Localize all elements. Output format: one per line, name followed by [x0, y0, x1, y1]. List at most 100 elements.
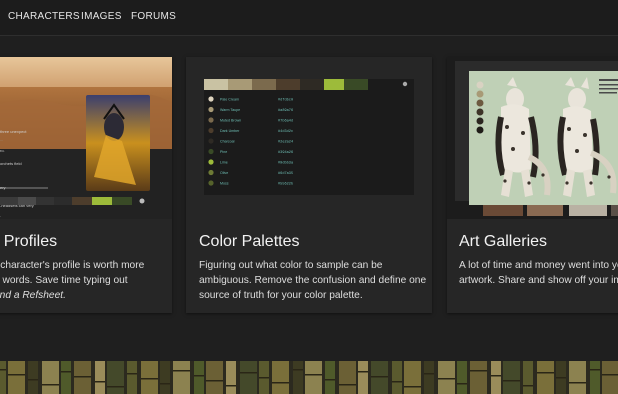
bamboo-stalk	[141, 361, 158, 394]
bamboo-node	[61, 371, 71, 373]
feature-card-galleries[interactable]: Art Galleries A lot of time and money we…	[447, 57, 618, 313]
bamboo-node	[42, 384, 59, 386]
bamboo-node	[194, 375, 204, 377]
bamboo-stalk	[194, 361, 204, 394]
bamboo-node	[523, 385, 533, 387]
bamboo-node	[569, 382, 586, 384]
palette-color-dot	[208, 127, 214, 134]
bamboo-stalk	[491, 361, 501, 394]
palette-color-dot	[208, 159, 214, 165]
bamboo-node	[438, 378, 455, 380]
bamboo-stalk	[272, 361, 289, 394]
svg-text:ro.: ro.	[0, 148, 5, 153]
bamboo-node	[8, 374, 25, 376]
nav-images[interactable]: IMAGES	[81, 11, 122, 22]
card-description-line: source of truth for your color palette.	[199, 290, 363, 301]
bamboo-stalk	[127, 361, 137, 394]
bamboo-stalk	[339, 361, 356, 394]
card-description-italic: end a Refsheet.	[0, 290, 66, 301]
bamboo-node	[404, 386, 421, 388]
bamboo-node	[173, 370, 190, 372]
bamboo-node	[160, 383, 170, 385]
bamboo-stalk	[404, 361, 421, 394]
card-title: Art Galleries	[459, 233, 548, 250]
svg-text:three unexpect: three unexpect	[0, 129, 27, 134]
gallery-preview-image	[447, 57, 618, 219]
bamboo-stalk	[523, 361, 533, 394]
palette-color-dot	[208, 148, 214, 155]
card-description-line: Figuring out what color to sample can be	[199, 260, 383, 271]
bamboo-node	[28, 379, 38, 381]
bamboo-node	[470, 370, 487, 372]
bamboo-node	[358, 371, 368, 373]
palette-color-dot	[208, 138, 214, 144]
bamboo-node	[293, 369, 303, 371]
palette-color-name: Lime	[220, 160, 228, 164]
bamboo-node	[259, 377, 269, 379]
bamboo-node	[0, 369, 6, 371]
palette-color-hex: #55622b	[278, 181, 293, 186]
palette-swatch	[276, 79, 300, 90]
bamboo-node	[424, 373, 434, 375]
palette-color-dot	[208, 169, 214, 176]
palette-color-hex: #dfd5c0	[278, 97, 293, 102]
palette-settings-icon	[402, 81, 408, 87]
bamboo-node	[556, 377, 566, 379]
palette-color-name: Dark Umber	[220, 129, 240, 133]
feature-card-palettes[interactable]: Pale Cream #dfd5c0 Warm Taupe #a89a76 Muted …	[186, 57, 432, 313]
palette-color-hex: #7b6a4d	[278, 118, 293, 123]
bamboo-node	[491, 375, 501, 377]
bamboo-stalk	[206, 361, 223, 394]
bamboo-stalk	[293, 361, 303, 394]
card-description-line: A lot of time and money went into your	[459, 260, 618, 271]
bamboo-stalk	[61, 361, 71, 394]
bamboo-node	[339, 384, 356, 386]
bamboo-node	[305, 374, 322, 376]
bamboo-stalk	[305, 361, 322, 394]
svg-text:orchets field: orchets field	[0, 161, 22, 166]
bamboo-node	[503, 380, 520, 382]
bamboo-stalk	[107, 361, 124, 394]
nav-forums[interactable]: FORUMS	[131, 11, 176, 22]
palette-swatch	[252, 79, 276, 90]
palette-color-dot	[208, 106, 214, 113]
svg-text:.: .	[0, 213, 1, 218]
svg-text:ery: ery	[0, 185, 6, 190]
palette-color-hex: #394a26	[278, 151, 293, 155]
bamboo-node	[127, 373, 137, 375]
palette-color-name: Olive	[220, 171, 228, 175]
palette-color-name: Pine	[220, 150, 227, 154]
palette-color-dot	[208, 117, 214, 123]
bamboo-node	[325, 379, 335, 381]
palette-swatch	[204, 79, 228, 90]
bamboo-stalk	[537, 361, 554, 394]
palette-color-hex: #2e2a24	[278, 140, 293, 144]
bamboo-stalk	[173, 361, 190, 394]
bamboo-node	[590, 369, 600, 371]
card-description: r character's profile is worth more d wo…	[0, 258, 144, 303]
palette-color-dot	[208, 180, 214, 186]
card-description-line: d words. Save time typing out	[0, 275, 128, 286]
palette-color-name: Pale Cream	[220, 97, 239, 101]
bamboo-node	[141, 378, 158, 380]
nav-characters[interactable]: CHARACTERS	[8, 11, 80, 22]
profile-preview-image: three unexpect ... ro. orchets field ery…	[0, 57, 172, 219]
bamboo-node	[537, 372, 554, 374]
card-description-line: r character's profile is worth more	[0, 260, 145, 271]
palette-color-hex: #a89a76	[278, 109, 293, 113]
bamboo-node	[602, 374, 618, 376]
bamboo-stalk	[470, 361, 487, 394]
feature-card-profiles[interactable]: three unexpect ... ro. orchets field ery…	[0, 57, 172, 313]
card-description: Figuring out what color to sample can be…	[199, 258, 426, 303]
bamboo-node	[226, 385, 236, 387]
bamboo-stalk	[424, 361, 434, 394]
bamboo-stalk	[590, 361, 600, 394]
bamboo-stalk	[42, 361, 59, 394]
bamboo-stalk	[602, 361, 618, 394]
bamboo-stalk	[160, 361, 170, 394]
bamboo-node	[206, 380, 223, 382]
top-navigation: CHARACTERS IMAGES FORUMS	[0, 0, 618, 36]
palette-color-hex: #9dbb3a	[278, 160, 294, 165]
bamboo-stalk	[95, 361, 105, 394]
bamboo-node	[272, 382, 289, 384]
